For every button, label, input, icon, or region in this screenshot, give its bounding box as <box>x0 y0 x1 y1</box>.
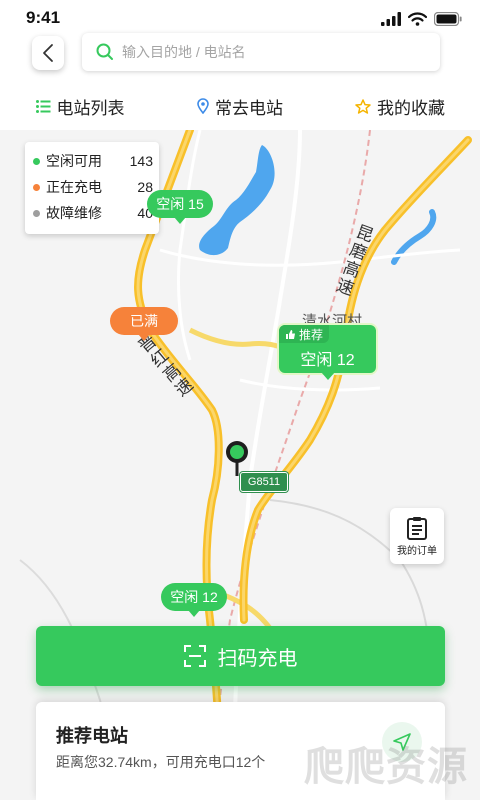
legend-label: 故障维修 <box>46 205 102 221</box>
tab-favorites-label: 我的收藏 <box>377 98 445 118</box>
legend-row-free: 空闲可用 143 <box>33 150 153 172</box>
battery-icon <box>434 12 462 26</box>
legend-row-charging: 正在充电 28 <box>33 176 153 198</box>
wifi-icon <box>408 12 427 26</box>
tab-frequent-stations[interactable]: 常去电站 <box>160 82 320 130</box>
signal-icon <box>381 12 401 26</box>
watermark-text: 爬爬资源 <box>304 745 468 789</box>
recommended-tag: 推荐 <box>279 325 330 343</box>
station-marker[interactable]: 空闲 15 <box>147 190 213 224</box>
fault-dot-icon <box>33 209 40 217</box>
my-orders-label: 我的订单 <box>397 545 437 557</box>
tab-station-list[interactable]: 电站列表 <box>0 82 160 130</box>
status-time: 9:41 <box>26 8 61 27</box>
scan-charge-label: 扫码充电 <box>217 647 298 670</box>
tab-station-list-label: 电站列表 <box>56 98 125 118</box>
clipboard-icon <box>407 516 427 540</box>
scan-charge-button[interactable]: 扫码充电 <box>36 626 445 686</box>
list-icon <box>35 99 50 113</box>
location-pin-icon <box>197 98 209 114</box>
recommended-card-subtitle: 距离您32.74km，可用充电口12个 <box>56 754 266 770</box>
tab-bar: 电站列表 常去电站 我的收藏 <box>0 82 480 130</box>
station-marker[interactable]: 空闲 12 <box>161 583 227 617</box>
legend-count: 143 <box>129 153 153 169</box>
recommended-station-marker[interactable]: 推荐 空闲 12 <box>279 325 376 380</box>
recommended-tag-text: 推荐 <box>299 327 324 342</box>
legend-label: 空闲可用 <box>46 153 102 169</box>
station-marker-label: 空闲 12 <box>170 589 218 605</box>
highway-shield: G8511 <box>240 472 288 492</box>
station-marker-label: 已满 <box>130 313 158 329</box>
legend-row-fault: 故障维修 40 <box>33 202 153 224</box>
search-placeholder: 输入目的地 / 电站名 <box>122 44 246 60</box>
my-orders-button[interactable]: 我的订单 <box>390 508 444 564</box>
station-marker-label: 空闲 15 <box>156 196 204 212</box>
highway-shield-text: G8511 <box>247 476 281 488</box>
search-input[interactable]: 输入目的地 / 电站名 <box>82 33 440 71</box>
legend-label: 正在充电 <box>46 179 102 195</box>
location-pin <box>226 441 248 476</box>
thumbs-up-icon <box>286 329 295 339</box>
tab-favorites[interactable]: 我的收藏 <box>320 82 480 130</box>
status-icons <box>381 11 462 27</box>
star-icon <box>355 98 371 114</box>
status-legend: 空闲可用 143 正在充电 28 故障维修 40 <box>25 142 159 234</box>
recommended-marker-label: 空闲 12 <box>300 352 355 369</box>
recommended-card-title: 推荐电站 <box>56 726 128 746</box>
header: 输入目的地 / 电站名 <box>0 33 480 82</box>
scan-icon <box>183 645 206 667</box>
search-icon <box>96 43 114 61</box>
back-button[interactable] <box>32 36 64 70</box>
tab-frequent-stations-label: 常去电站 <box>215 98 283 118</box>
station-marker-full[interactable]: 已满 <box>110 307 178 341</box>
free-dot-icon <box>33 157 40 165</box>
charging-dot-icon <box>33 183 40 191</box>
chevron-left-icon <box>43 44 53 62</box>
status-bar: 9:41 <box>0 0 480 36</box>
